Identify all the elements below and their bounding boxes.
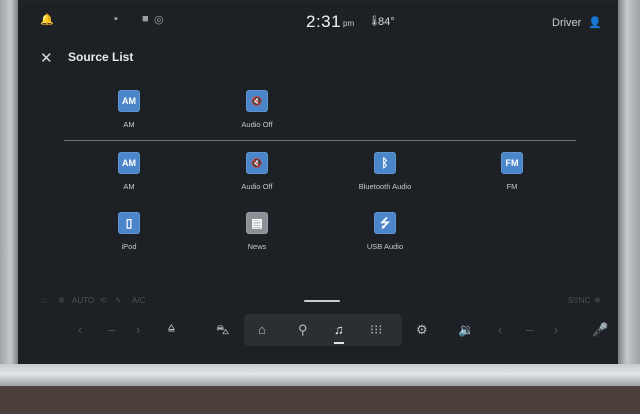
bezel-right — [618, 0, 640, 414]
person-icon[interactable]: 👤 — [588, 16, 602, 29]
clock-time: 2:31 — [306, 12, 342, 31]
status-bar: 🔔 ▪ ■ ◎ 2:31 pm 🌡 84° Driver 👤 — [18, 4, 618, 38]
source-label: AM — [123, 182, 135, 191]
audio-off-icon: 🔇 — [246, 152, 268, 174]
chat-icon: ▪ — [114, 13, 118, 25]
seat-cool-icon[interactable]: ❄ — [594, 296, 601, 305]
audio-off-icon: 🔇 — [246, 90, 268, 112]
microphone-icon[interactable]: 🎤 — [592, 322, 608, 338]
media-music-icon[interactable]: ♫ — [334, 322, 344, 337]
left-temp-display: – — [108, 322, 116, 337]
ipod-icon: ▯ — [118, 212, 140, 234]
source-item-recent-audio-off[interactable]: 🔇 Audio Off — [207, 90, 307, 129]
drawer-handle[interactable] — [304, 300, 340, 302]
volume-icon[interactable]: 🔉 — [458, 322, 474, 338]
outside-temperature: 84° — [378, 16, 395, 28]
heated-seat-icon[interactable]: ⩠ — [168, 322, 175, 335]
source-label: FM — [506, 182, 518, 191]
source-label: iPod — [121, 242, 137, 251]
source-item-usb-audio[interactable]: ⭍ USB Audio — [335, 212, 435, 251]
navigation-pin-icon[interactable]: ⚲ — [298, 322, 308, 338]
target-icon: ◎ — [154, 14, 164, 26]
bottom-nav: ‹ – › ⩠ ⛍ ⌂ ⚲ ♫ ⁝⁝⁝ ⚙ 🔉 ‹ – › 🎤 — [18, 314, 618, 346]
infotainment-screen: 🔔 ▪ ■ ◎ 2:31 pm 🌡 84° Driver 👤 ✕ Source … — [18, 4, 618, 364]
fm-radio-icon: FM — [501, 152, 523, 174]
source-label: Audio Off — [241, 120, 273, 129]
source-label: News — [247, 242, 267, 251]
am-radio-icon: AM — [118, 90, 140, 112]
climate-row: ♨ ✲ AUTO ⟲ ϟ A/C SYNC ❄ — [18, 296, 618, 310]
climate-sync-label[interactable]: SYNC — [568, 296, 590, 305]
left-temp-up-icon[interactable]: › — [136, 322, 140, 337]
defrost-icon[interactable]: ϟ — [116, 296, 120, 305]
clock-ampm: pm — [343, 19, 355, 28]
bluetooth-icon: ᛒ — [374, 152, 396, 174]
dashboard-base — [0, 386, 640, 414]
bezel-left — [0, 0, 18, 414]
notification-bell-icon[interactable]: 🔔 — [40, 13, 54, 26]
recirculation-icon[interactable]: ⟲ — [100, 296, 107, 305]
bezel-bottom — [0, 364, 640, 386]
source-label: AM — [123, 120, 135, 129]
climate-ac-label[interactable]: A/C — [132, 296, 145, 305]
close-icon[interactable]: ✕ — [40, 49, 53, 67]
usb-icon: ⭍ — [374, 212, 396, 234]
left-temp-down-icon[interactable]: ‹ — [78, 322, 82, 337]
settings-gear-icon[interactable]: ⚙ — [416, 322, 428, 338]
source-label: Bluetooth Audio — [358, 182, 412, 191]
active-tab-indicator — [334, 342, 344, 344]
source-label: Audio Off — [241, 182, 273, 191]
message-icon: ■ — [142, 13, 149, 25]
page-title: Source List — [68, 50, 134, 64]
source-item-news[interactable]: ▤ News — [207, 212, 307, 251]
am-radio-icon: AM — [118, 152, 140, 174]
source-item-ipod[interactable]: ▯ iPod — [79, 212, 179, 251]
source-item-audio-off[interactable]: 🔇 Audio Off — [207, 152, 307, 191]
source-item-bluetooth-audio[interactable]: ᛒ Bluetooth Audio — [335, 152, 435, 191]
home-icon[interactable]: ⌂ — [258, 322, 266, 337]
seat-heat-icon[interactable]: ♨ — [40, 296, 47, 305]
right-temp-up-icon[interactable]: › — [554, 322, 558, 337]
right-temp-down-icon[interactable]: ‹ — [498, 322, 502, 337]
divider — [64, 140, 576, 141]
source-item-fm[interactable]: FM FM — [462, 152, 562, 191]
fan-icon[interactable]: ✲ — [58, 296, 65, 305]
apps-grid-icon[interactable]: ⁝⁝⁝ — [370, 322, 382, 338]
vehicle-icon[interactable]: ⛍ — [216, 322, 229, 340]
source-item-recent-am[interactable]: AM AM — [79, 90, 179, 129]
source-item-am[interactable]: AM AM — [79, 152, 179, 191]
driver-profile-label[interactable]: Driver — [552, 17, 581, 29]
news-icon: ▤ — [246, 212, 268, 234]
right-temp-display: – — [526, 322, 534, 337]
source-label: USB Audio — [366, 242, 404, 251]
climate-auto-label[interactable]: AUTO — [72, 296, 94, 305]
